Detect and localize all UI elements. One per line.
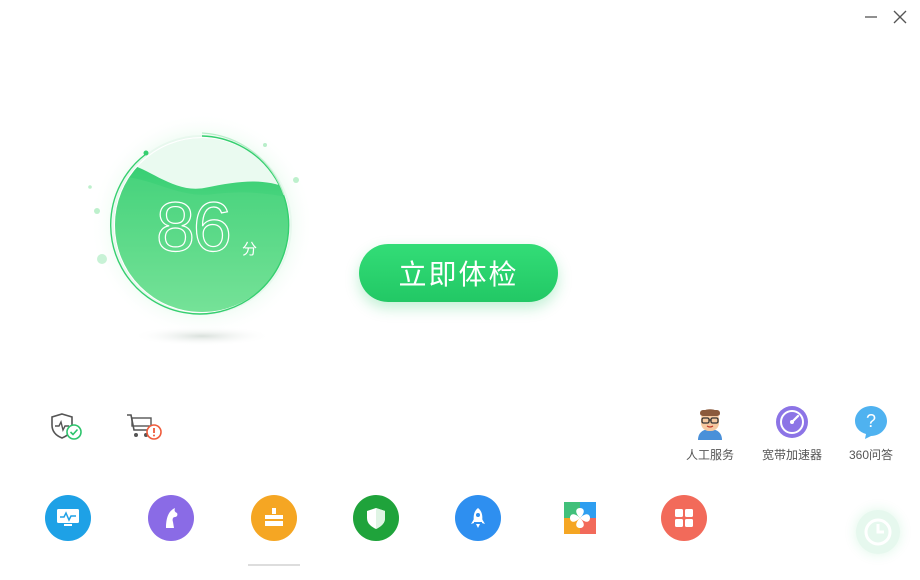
broom-icon [265, 508, 283, 526]
speedometer-icon [776, 406, 808, 438]
question-icon: ? [855, 406, 887, 439]
score-unit: 分 [242, 241, 258, 258]
customer-service-tool[interactable]: 人工服务 [670, 404, 750, 463]
flower-icon [564, 502, 596, 534]
customer-service-icon [698, 409, 722, 440]
score-gauge: 86 分 [84, 113, 314, 360]
horse-icon [166, 508, 178, 528]
cart-warning-icon [127, 414, 162, 440]
close-icon [893, 10, 907, 24]
start-check-button[interactable]: 立即体检 [359, 244, 558, 302]
shield-icon [367, 508, 385, 529]
grid-icon [675, 509, 693, 527]
floating-action-button[interactable] [856, 510, 900, 554]
shield-check-icon [51, 413, 82, 440]
customer-service-label: 人工服务 [685, 448, 734, 462]
rocket-icon [471, 508, 485, 528]
nav-active-indicator [248, 564, 300, 566]
svg-text:?: ? [866, 411, 876, 431]
nav-software-manager[interactable] [557, 495, 603, 541]
nav-security[interactable] [353, 495, 399, 541]
broadband-accelerator-tool[interactable]: 宽带加速器 [752, 404, 832, 463]
qa-label: 360问答 [848, 448, 894, 462]
nav-more-features[interactable] [661, 495, 707, 541]
close-button[interactable] [889, 6, 911, 28]
shield-status[interactable] [48, 410, 88, 444]
nav-cleanup[interactable] [251, 495, 297, 541]
broadband-accelerator-label: 宽带加速器 [761, 448, 822, 462]
monitor-icon [57, 509, 79, 526]
nav-trojan-scan[interactable] [148, 495, 194, 541]
nav-computer-checkup[interactable] [45, 495, 91, 541]
nav-speedup[interactable] [455, 495, 501, 541]
score-value: 86 [155, 188, 232, 266]
refresh-icon [864, 518, 892, 546]
minimize-icon [865, 16, 877, 18]
cart-status[interactable] [124, 410, 164, 444]
qa-tool[interactable]: ? 360问答 [831, 404, 911, 463]
minimize-button[interactable] [860, 6, 882, 28]
